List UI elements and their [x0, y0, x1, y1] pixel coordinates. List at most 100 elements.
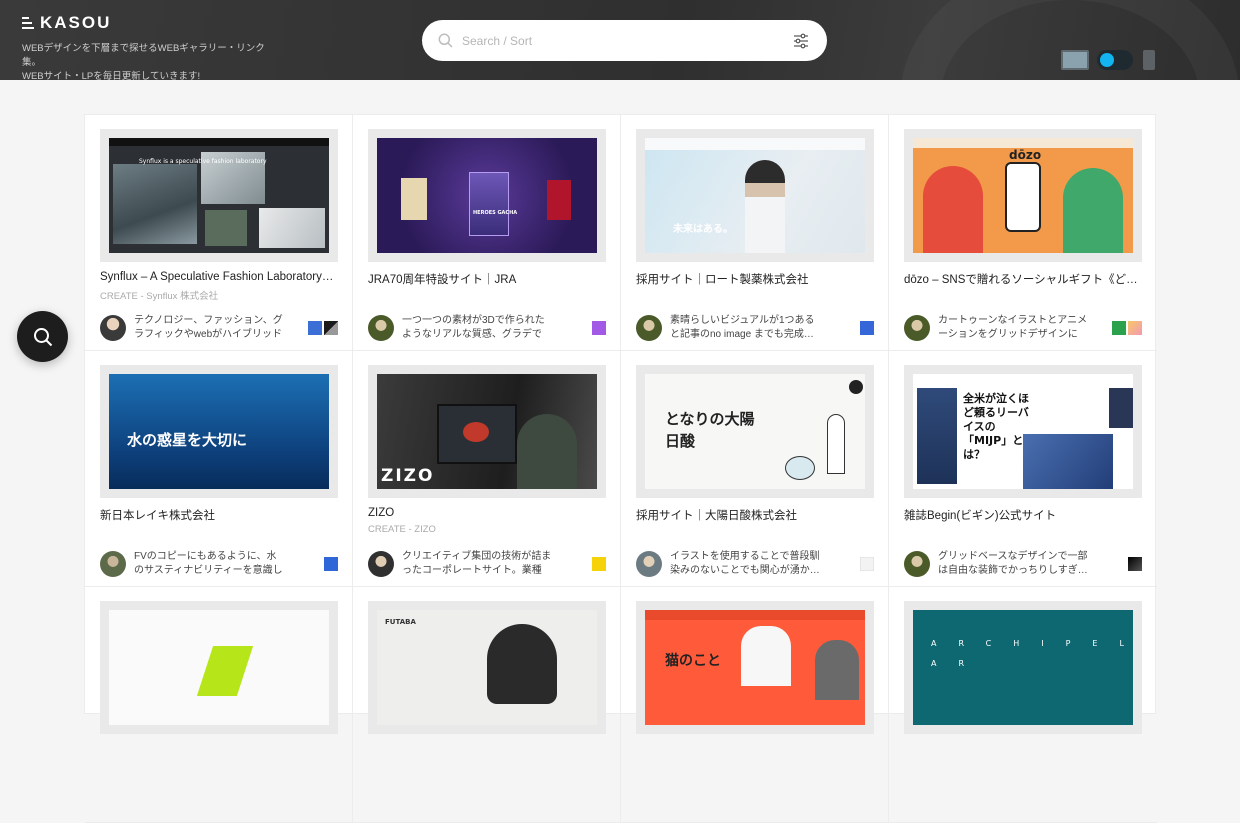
card-creator[interactable] — [636, 292, 873, 304]
gallery-card[interactable]: ARCHIPELAGO AR — [889, 587, 1157, 823]
avatar[interactable] — [904, 314, 930, 341]
card-meta: イラストを使用することで普段馴染みのないことでも関心が湧か… — [636, 550, 874, 577]
gallery-card[interactable]: dōzo dōzo – SNSで贈れるソーシャルギフト《どーぞ》 カートゥーンな… — [889, 115, 1157, 351]
card-meta: カートゥーンなイラストとアニメーションをグリッドデザインに合… — [904, 314, 1142, 341]
gallery-card[interactable]: 水の惑星を大切に 新日本レイキ株式会社 FVのコピーにもあるように、水のサスティ… — [85, 351, 353, 587]
tagline-line-2: WEBサイト・LPを毎日更新していきます! — [22, 71, 201, 80]
desktop-view-icon[interactable] — [1061, 50, 1089, 70]
card-thumbnail[interactable]: 水の惑星を大切に — [100, 365, 338, 498]
color-swatch[interactable] — [1112, 320, 1126, 335]
thumbnail-text: ZIZO — [381, 466, 435, 486]
avatar[interactable] — [100, 314, 126, 341]
card-title[interactable]: dōzo – SNSで贈れるソーシャルギフト《どーぞ》 — [904, 271, 1142, 287]
card-description: 一つ一つの素材が3Dで作られたようなリアルな質感、グラデで渋… — [402, 315, 545, 340]
card-thumbnail[interactable]: ZIZO — [368, 365, 606, 498]
card-thumbnail[interactable]: 全米が泣くほど頼るリーバイスの「MIJP」とは？ — [904, 365, 1142, 498]
card-thumbnail[interactable]: HEROES GACHA — [368, 129, 606, 262]
site-header: KASOU WEBデザインを下層まで探せるWEBギャラリー・リンク集。 WEBサ… — [0, 0, 1240, 80]
filter-icon[interactable] — [793, 33, 809, 49]
card-creator[interactable] — [636, 528, 873, 540]
site-logo[interactable]: KASOU — [22, 13, 111, 33]
color-swatch[interactable] — [592, 320, 606, 335]
card-title[interactable]: JRA70周年特設サイト｜JRA — [368, 271, 605, 287]
search-input[interactable] — [462, 33, 793, 48]
gallery-card[interactable]: ZIZO ZIZO CREATE - ZIZO クリエイティブ集団の技術が詰まっ… — [353, 351, 621, 587]
gallery-card[interactable]: HEROES GACHA JRA70周年特設サイト｜JRA 一つ一つの素材が3D… — [353, 115, 621, 351]
color-swatches — [592, 320, 606, 335]
color-swatch[interactable] — [324, 556, 338, 571]
gallery-card[interactable]: 未来はある。 採用サイト｜ロート製薬株式会社 素晴らしいビジュアルが1つあると記… — [621, 115, 889, 351]
gallery-grid: Synflux is a speculative fashion laborat… — [85, 115, 1157, 823]
logo-icon — [22, 17, 34, 29]
thumbnail-text: HEROES GACHA — [473, 210, 518, 216]
thumbnail-text: ARCHIPELAGO AR — [931, 639, 1133, 668]
view-controls — [1061, 50, 1155, 70]
card-meta: 一つ一つの素材が3Dで作られたようなリアルな質感、グラデで渋… — [368, 314, 606, 341]
floating-search-button[interactable] — [17, 311, 68, 362]
gallery-card[interactable]: 猫のこと — [621, 587, 889, 823]
color-swatch[interactable] — [860, 556, 874, 571]
card-description: FVのコピーにもあるように、水のサスティナビリティーを意識した… — [134, 551, 283, 576]
card-thumbnail[interactable]: 猫のこと — [636, 601, 874, 734]
dark-mode-toggle[interactable] — [1097, 50, 1133, 70]
thumbnail-text: となりの大陽日酸 — [665, 410, 755, 450]
card-creator[interactable]: CREATE - Synflux 株式会社 — [100, 288, 337, 302]
card-title[interactable]: 採用サイト｜ロート製薬株式会社 — [636, 271, 873, 287]
avatar[interactable] — [100, 550, 126, 577]
gallery-card[interactable]: となりの大陽日酸 採用サイト｜大陽日酸株式会社 イラストを使用することで普段馴染… — [621, 351, 889, 587]
avatar[interactable] — [368, 314, 394, 341]
color-swatch[interactable] — [1128, 556, 1142, 571]
thumbnail-text: 未来はある。 — [673, 224, 733, 235]
card-title[interactable]: Synflux – A Speculative Fashion Laborato… — [100, 271, 337, 283]
thumbnail-text: 全米が泣くほど頼るリーバイスの「MIJP」とは？ — [963, 392, 1029, 461]
card-thumbnail[interactable]: 未来はある。 — [636, 129, 874, 262]
card-creator[interactable] — [368, 292, 605, 304]
search-icon — [438, 33, 453, 48]
color-swatches — [308, 320, 338, 335]
color-swatch[interactable] — [308, 320, 322, 335]
gallery-card[interactable]: Synflux is a speculative fashion laborat… — [85, 115, 353, 351]
card-title[interactable]: ZIZO — [368, 507, 605, 519]
logo-text: KASOU — [40, 13, 112, 32]
color-swatch[interactable] — [592, 556, 606, 571]
avatar[interactable] — [636, 314, 662, 341]
gallery-card[interactable]: 全米が泣くほど頼るリーバイスの「MIJP」とは？ 雑誌Begin(ビギン)公式サ… — [889, 351, 1157, 587]
search-bar[interactable] — [422, 20, 827, 61]
color-swatches — [1112, 320, 1142, 335]
card-description: グリッドベースなデザインで一部は自由な装飾でかっちりしすぎ… — [938, 551, 1088, 576]
card-description: イラストを使用することで普段馴染みのないことでも関心が湧か… — [670, 551, 820, 576]
card-creator[interactable] — [904, 528, 1142, 540]
color-swatch[interactable] — [324, 320, 338, 335]
card-thumbnail[interactable]: dōzo — [904, 129, 1142, 262]
card-meta: クリエイティブ集団の技術が詰まったコーポレートサイト。業種の… — [368, 550, 606, 577]
card-meta: テクノロジー、ファッション、グラフィックやwebがハイブリッドされ… — [100, 314, 338, 341]
tagline-line-1: WEBデザインを下層まで探せるWEBギャラリー・リンク集。 — [22, 43, 265, 68]
card-creator[interactable]: CREATE - ZIZO — [368, 524, 605, 536]
thumbnail-text: Synflux is a speculative fashion laborat… — [139, 158, 267, 165]
color-swatches — [860, 556, 874, 571]
card-creator[interactable] — [100, 528, 337, 540]
card-meta: グリッドベースなデザインで一部は自由な装飾でかっちりしすぎ… — [904, 550, 1142, 577]
card-title[interactable]: 新日本レイキ株式会社 — [100, 507, 337, 523]
card-description: 素晴らしいビジュアルが1つあると記事のno image までも完成… — [670, 315, 815, 340]
color-swatch[interactable] — [860, 320, 874, 335]
avatar[interactable] — [368, 550, 394, 577]
gallery-card[interactable]: FUTABA — [353, 587, 621, 823]
mobile-view-icon[interactable] — [1143, 50, 1155, 70]
card-thumbnail[interactable]: となりの大陽日酸 — [636, 365, 874, 498]
avatar[interactable] — [636, 550, 662, 577]
card-title[interactable]: 採用サイト｜大陽日酸株式会社 — [636, 507, 873, 523]
search-icon — [33, 327, 52, 346]
color-swatch[interactable] — [1128, 320, 1142, 335]
card-description: テクノロジー、ファッション、グラフィックやwebがハイブリッドされ… — [134, 315, 283, 340]
card-thumbnail[interactable]: ARCHIPELAGO AR — [904, 601, 1142, 734]
card-meta: 素晴らしいビジュアルが1つあると記事のno image までも完成… — [636, 314, 874, 341]
card-thumbnail[interactable] — [100, 601, 338, 734]
card-creator[interactable] — [904, 292, 1142, 304]
gallery-card[interactable] — [85, 587, 353, 823]
card-thumbnail[interactable]: FUTABA — [368, 601, 606, 734]
thumbnail-text: FUTABA — [385, 618, 416, 626]
card-thumbnail[interactable]: Synflux is a speculative fashion laborat… — [100, 129, 338, 262]
avatar[interactable] — [904, 550, 930, 577]
card-title[interactable]: 雑誌Begin(ビギン)公式サイト — [904, 507, 1142, 523]
